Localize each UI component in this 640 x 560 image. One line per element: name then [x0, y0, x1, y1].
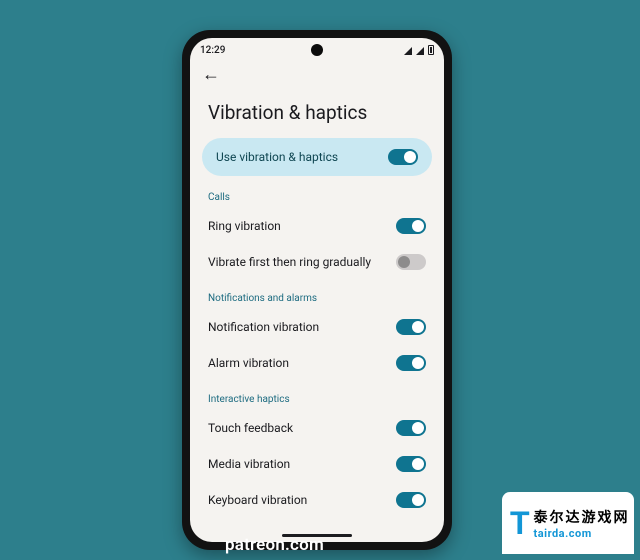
row-label: Alarm vibration — [208, 356, 289, 370]
section-label-calls: Calls — [202, 182, 432, 205]
brand-logo[interactable]: T 泰尔达游戏网 tairda.com — [504, 494, 632, 552]
brand-name-cn: 泰尔达游戏网 — [534, 507, 630, 527]
row-alarm-vibration[interactable]: Alarm vibration — [202, 348, 432, 378]
row-label: Ring vibration — [208, 219, 281, 233]
camera-cutout — [311, 44, 323, 56]
brand-domain: tairda.com — [534, 527, 630, 540]
master-toggle-row[interactable]: Use vibration & haptics — [202, 138, 432, 176]
phone-screen: 12:29 ← Vibration & haptics Use vibratio… — [190, 38, 444, 542]
row-ring-vibration[interactable]: Ring vibration — [202, 211, 432, 241]
phone-frame: 12:29 ← Vibration & haptics Use vibratio… — [182, 30, 452, 550]
row-touch-feedback[interactable]: Touch feedback — [202, 413, 432, 443]
page-title: Vibration & haptics — [190, 85, 444, 138]
media-vibration-switch[interactable] — [396, 456, 426, 472]
row-keyboard-vibration[interactable]: Keyboard vibration — [202, 485, 432, 515]
alarm-vibration-switch[interactable] — [396, 355, 426, 371]
clock: 12:29 — [200, 45, 225, 56]
row-vibrate-first[interactable]: Vibrate first then ring gradually — [202, 247, 432, 277]
settings-list: Use vibration & haptics Calls Ring vibra… — [190, 138, 444, 515]
vibrate-first-switch[interactable] — [396, 254, 426, 270]
row-media-vibration[interactable]: Media vibration — [202, 449, 432, 479]
row-label: Vibrate first then ring gradually — [208, 255, 371, 269]
status-icons — [404, 45, 434, 55]
section-label-interactive: Interactive haptics — [202, 384, 432, 407]
brand-glyph-icon: T — [510, 507, 530, 539]
row-notification-vibration[interactable]: Notification vibration — [202, 312, 432, 342]
footer-text: patreon.com — [225, 535, 324, 555]
row-label: Media vibration — [208, 457, 290, 471]
signal-icon — [404, 47, 412, 55]
row-label: Notification vibration — [208, 320, 319, 334]
master-toggle-label: Use vibration & haptics — [216, 150, 338, 164]
app-bar: ← — [190, 60, 444, 85]
master-toggle-switch[interactable] — [388, 149, 418, 165]
row-label: Touch feedback — [208, 421, 293, 435]
row-label: Keyboard vibration — [208, 493, 307, 507]
back-icon[interactable]: ← — [202, 64, 220, 85]
touch-feedback-switch[interactable] — [396, 420, 426, 436]
signal-icon-2 — [416, 47, 424, 55]
section-label-notifications: Notifications and alarms — [202, 283, 432, 306]
brand-text: 泰尔达游戏网 tairda.com — [534, 507, 630, 540]
keyboard-vibration-switch[interactable] — [396, 492, 426, 508]
notification-vibration-switch[interactable] — [396, 319, 426, 335]
battery-icon — [428, 45, 434, 55]
ring-vibration-switch[interactable] — [396, 218, 426, 234]
